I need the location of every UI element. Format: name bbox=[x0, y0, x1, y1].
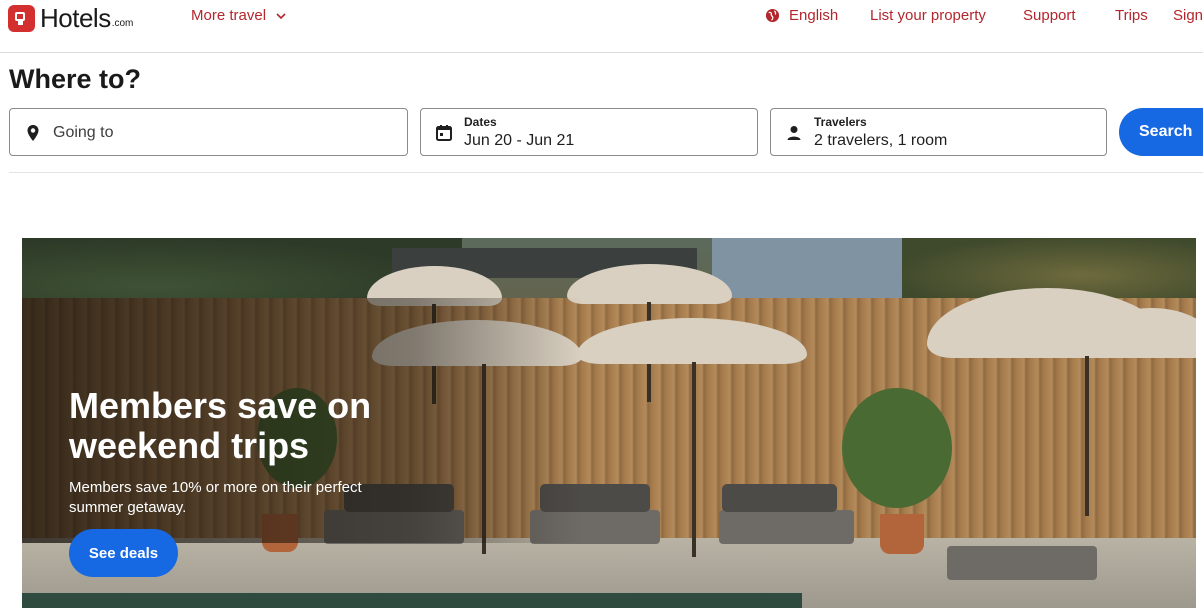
logo-text: Hotels bbox=[40, 3, 111, 33]
calendar-icon bbox=[436, 125, 452, 141]
search-button[interactable]: Search bbox=[1119, 108, 1203, 156]
travelers-field[interactable]: Travelers 2 travelers, 1 room bbox=[770, 108, 1107, 156]
going-to-placeholder: Going to bbox=[53, 124, 114, 141]
lounger-cushion bbox=[722, 484, 837, 512]
logo-sub: .com bbox=[111, 18, 134, 29]
language-selector[interactable]: English bbox=[765, 7, 838, 24]
hero-title: Members save on weekend trips bbox=[69, 385, 372, 466]
more-travel-menu[interactable]: More travel bbox=[191, 7, 286, 24]
list-your-property-link[interactable]: List your property bbox=[870, 7, 986, 24]
umbrella-pole bbox=[692, 362, 696, 557]
lounger bbox=[719, 510, 854, 544]
top-header: Hotels .com More travel English List you… bbox=[0, 0, 1203, 53]
hotels-logo[interactable]: Hotels .com bbox=[8, 3, 133, 34]
plant-pot bbox=[880, 514, 924, 554]
dates-value: Jun 20 - Jun 21 bbox=[464, 132, 575, 149]
travelers-label: Travelers bbox=[814, 115, 867, 129]
globe-icon bbox=[765, 8, 780, 23]
plant bbox=[842, 388, 952, 508]
language-label: English bbox=[789, 7, 839, 24]
travelers-value: 2 travelers, 1 room bbox=[814, 132, 948, 149]
sign-in-link[interactable]: Sign bbox=[1173, 7, 1203, 24]
see-deals-button[interactable]: See deals bbox=[69, 529, 178, 577]
more-travel-label: More travel bbox=[191, 7, 267, 24]
hero-subtitle: Members save 10% or more on their perfec… bbox=[69, 479, 362, 516]
divider bbox=[9, 172, 1203, 173]
page-title: Where to? bbox=[9, 64, 141, 94]
dates-label: Dates bbox=[464, 115, 497, 129]
hero-banner: Members save on weekend trips Members sa… bbox=[22, 238, 1196, 608]
going-to-input[interactable]: Going to bbox=[9, 108, 408, 156]
hotels-logo-icon bbox=[8, 5, 35, 32]
page: Hotels .com More travel English List you… bbox=[0, 0, 1203, 608]
support-link[interactable]: Support bbox=[1023, 7, 1076, 24]
person-icon bbox=[787, 126, 801, 140]
chevron-down-icon bbox=[276, 12, 286, 19]
lounger bbox=[947, 546, 1097, 580]
umbrella-pole bbox=[1085, 356, 1089, 516]
map-pin-icon bbox=[27, 125, 39, 141]
dates-field[interactable]: Dates Jun 20 - Jun 21 bbox=[420, 108, 758, 156]
trips-link[interactable]: Trips bbox=[1115, 7, 1148, 24]
hero-pool bbox=[22, 593, 802, 608]
